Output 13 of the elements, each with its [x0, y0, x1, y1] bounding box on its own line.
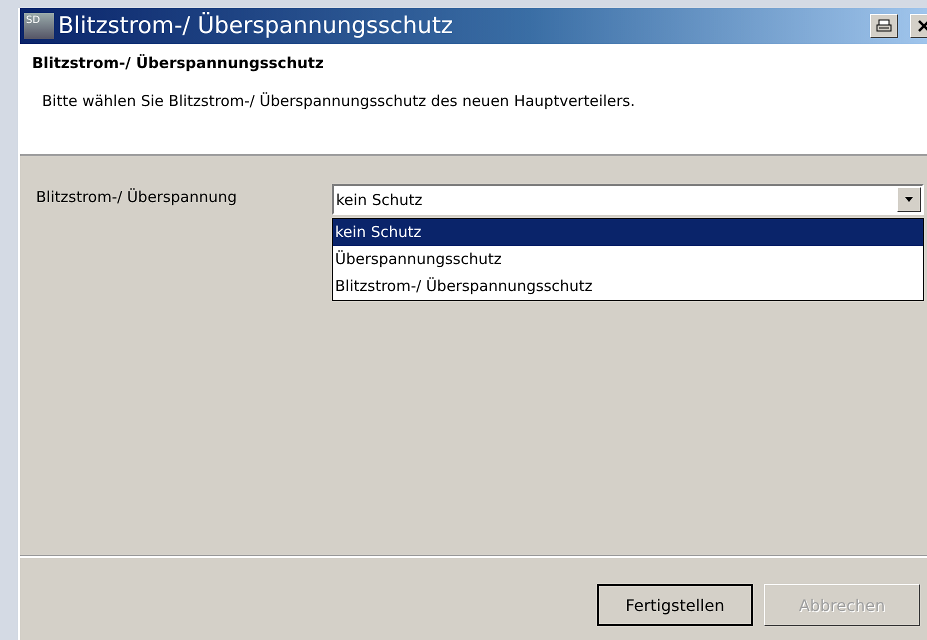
- finish-button[interactable]: Fertigstellen: [597, 584, 753, 626]
- dropdown-option[interactable]: kein Schutz: [333, 219, 923, 246]
- field-label: Blitzstrom-/ Überspannung: [36, 187, 238, 206]
- dropdown-arrow-button[interactable]: [897, 187, 921, 212]
- protection-dropdown[interactable]: kein Schutz: [332, 184, 924, 215]
- print-button[interactable]: [870, 14, 898, 38]
- header-description: Bitte wählen Sie Blitzstrom-/ Überspannungsschutz des neuen Hauptverteilers.: [41, 92, 636, 110]
- header-title: Blitzstrom-/ Überspannungsschutz: [32, 54, 325, 72]
- app-logo: SD: [24, 13, 54, 39]
- window-title: Blitzstrom-/ Überspannungsschutz: [58, 13, 454, 39]
- printer-icon: [876, 19, 892, 33]
- caret-icon: [905, 197, 913, 202]
- close-icon: [918, 20, 927, 32]
